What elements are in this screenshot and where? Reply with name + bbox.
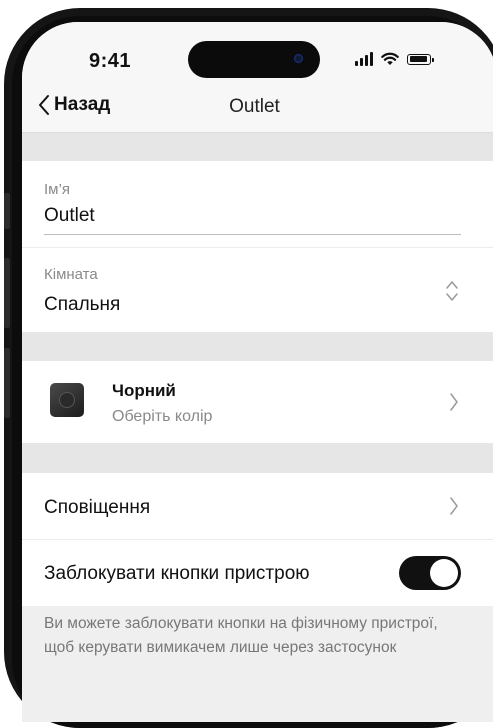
status-icons	[355, 52, 434, 66]
chevron-right-icon	[450, 393, 458, 411]
outlet-socket-icon	[59, 392, 75, 408]
name-field-underline	[44, 234, 461, 235]
status-time: 9:41	[89, 50, 132, 72]
room-field-label: Кімната	[44, 266, 98, 283]
app-screen: 9:41 Назад Outlet Ім’я Outlet Кімната Сп…	[22, 22, 493, 722]
volume-down-button	[4, 348, 10, 418]
battery-icon	[407, 53, 434, 65]
lock-buttons-label: Заблокувати кнопки пристрою	[44, 563, 310, 584]
chevron-up-down-icon	[446, 281, 458, 301]
wifi-icon	[381, 52, 399, 65]
section-gap	[22, 133, 493, 161]
lock-buttons-toggle[interactable]	[399, 556, 461, 590]
navigation-bar: Назад Outlet	[22, 82, 493, 133]
room-selector[interactable]: Кімната Спальня	[22, 248, 493, 332]
room-field-value: Спальня	[44, 294, 121, 315]
cellular-signal-icon	[355, 52, 373, 66]
camera-icon	[294, 54, 303, 63]
chevron-right-icon	[450, 497, 458, 515]
name-field-input[interactable]: Outlet	[44, 205, 95, 227]
action-button	[4, 193, 10, 229]
lock-buttons-row: Заблокувати кнопки пристрою	[22, 540, 493, 606]
color-row-title: Чорний	[112, 381, 176, 400]
section-gap	[22, 332, 493, 361]
name-field-label: Ім’я	[44, 181, 70, 198]
name-field-section: Ім’я Outlet	[22, 161, 493, 247]
section-gap	[22, 443, 493, 473]
color-swatch	[50, 383, 84, 417]
lock-buttons-hint: Ви можете заблокувати кнопки на фізичном…	[44, 615, 438, 656]
color-row[interactable]: Чорний Оберіть колір	[22, 361, 493, 443]
dynamic-island	[188, 41, 320, 78]
notifications-row[interactable]: Сповіщення	[22, 473, 493, 539]
notifications-label: Сповіщення	[44, 497, 151, 518]
color-row-subtitle: Оберіть колір	[112, 408, 213, 425]
toggle-knob	[430, 559, 458, 587]
page-title: Outlet	[229, 96, 280, 117]
volume-up-button	[4, 258, 10, 328]
status-bar: 9:41	[22, 22, 493, 82]
